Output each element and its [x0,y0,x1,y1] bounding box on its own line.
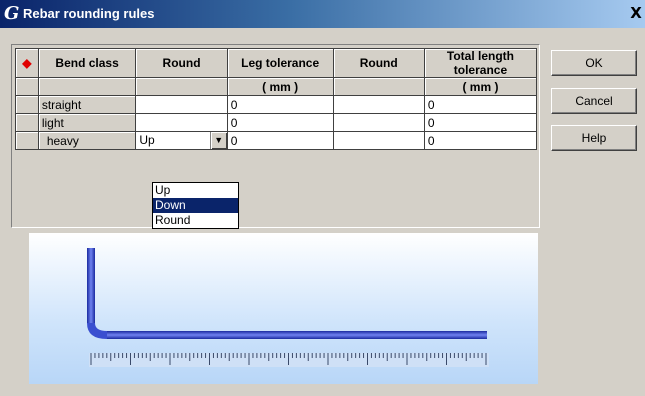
header-total-length-tolerance[interactable]: Total length tolerance [423,48,538,78]
marker-header: ◆ [15,48,39,78]
diamond-icon: ◆ [22,56,32,70]
bend-class-cell[interactable]: straight [37,95,137,114]
help-button[interactable]: Help [551,125,637,151]
rebar-preview-panel [29,233,538,384]
bend-class-cell[interactable]: heavy [37,131,137,150]
total-tolerance-cell[interactable]: 0 [423,131,538,150]
total-tolerance-cell[interactable]: 0 [423,95,538,114]
chevron-down-icon[interactable]: ▼ [209,132,227,149]
rebar-illustration [87,248,489,367]
close-button[interactable]: X [627,2,645,24]
table-row: light 0 0 [15,113,538,132]
rules-grid: ◆ Bend class Round Leg tolerance Round T… [15,48,538,150]
header-round-2[interactable]: Round [332,48,425,78]
round-cell[interactable] [135,95,228,114]
ruler [89,353,489,367]
header-round-1[interactable]: Round [135,48,228,78]
dropdown-option-round[interactable]: Round [153,213,238,228]
app-logo-icon: G [4,3,20,24]
unit-cell [332,77,425,96]
leg-tolerance-cell[interactable]: 0 [226,113,334,132]
header-row: ◆ Bend class Round Leg tolerance Round T… [15,48,538,78]
table-row: heavy Up ▼ 0 0 [15,131,538,150]
bend-class-cell[interactable]: light [37,113,137,132]
dropdown-option-down[interactable]: Down [153,198,238,213]
window-title: Rebar rounding rules [23,6,155,21]
header-leg-tolerance[interactable]: Leg tolerance [226,48,334,78]
unit-row: ( mm ) ( mm ) [15,77,538,96]
ok-button[interactable]: OK [551,50,637,76]
round-combo[interactable]: Up ▼ [135,131,228,150]
round-dropdown-list: Up Down Round [152,182,239,229]
leg-tolerance-cell[interactable]: 0 [226,95,334,114]
round-cell[interactable] [135,113,228,132]
rebar-rounding-dialog: G Rebar rounding rules X ◆ Bend class Ro… [0,0,645,396]
row-header[interactable] [15,95,39,114]
leg-tolerance-cell[interactable]: 0 [226,131,334,150]
round-combo-value[interactable]: Up [139,133,154,149]
row-header[interactable] [15,131,39,150]
table-row: straight 0 0 [15,95,538,114]
row-header[interactable] [15,113,39,132]
header-bend-class[interactable]: Bend class [37,48,137,78]
unit-cell [15,77,39,96]
cancel-button[interactable]: Cancel [551,88,637,114]
dropdown-option-up[interactable]: Up [153,183,238,198]
unit-cell [135,77,228,96]
round-cell[interactable] [332,95,425,114]
total-tolerance-cell[interactable]: 0 [423,113,538,132]
rebar-shape [87,248,487,339]
unit-total-tolerance: ( mm ) [423,77,538,96]
round-cell[interactable] [332,113,425,132]
title-bar: G Rebar rounding rules X [0,0,645,28]
unit-cell [37,77,137,96]
round-cell[interactable] [332,131,425,150]
unit-leg-tolerance: ( mm ) [226,77,334,96]
